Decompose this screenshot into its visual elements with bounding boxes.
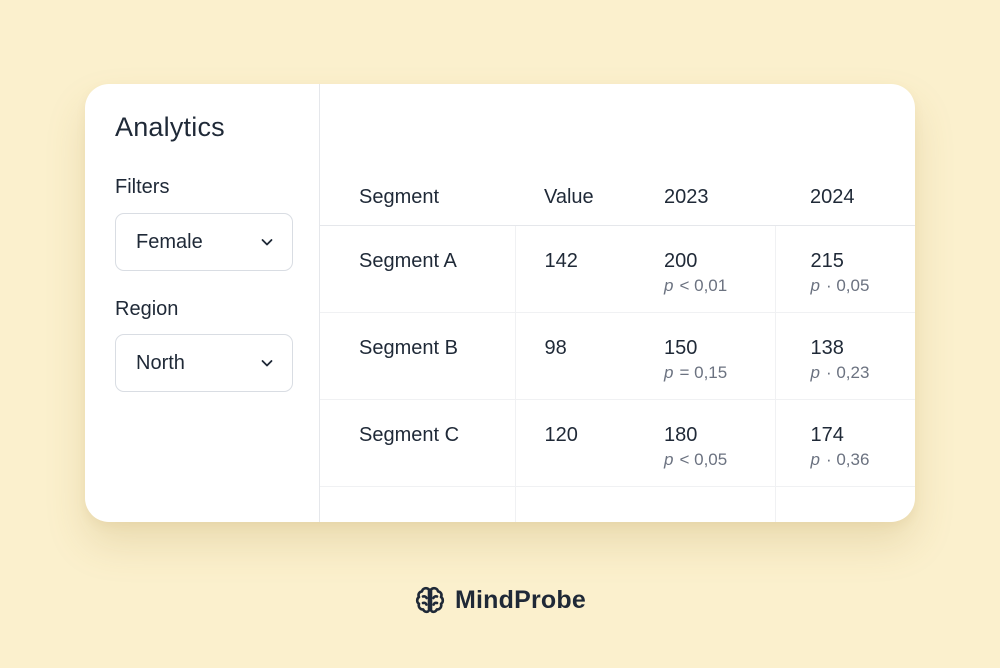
brain-icon — [415, 586, 445, 614]
cell-segment: Segment A — [320, 225, 515, 313]
column-header-value[interactable]: Value — [515, 170, 635, 226]
cell-segment: Segment C — [320, 399, 515, 487]
cell-2023: 180 p < 0,05 — [635, 399, 775, 487]
cell-2023-value: 200 — [664, 249, 698, 272]
table-row[interactable]: Segment B 98 150 p = 0,15 138 p · 0,23 — [320, 312, 916, 400]
p-value-text: < 0,01 — [679, 275, 728, 295]
analytics-card: Analytics Filters Female Region North Se… — [85, 84, 915, 522]
p-value: p < 0,01 — [664, 276, 775, 296]
brand-logo: MindProbe — [0, 584, 1000, 616]
p-value: p = 0,15 — [664, 363, 775, 383]
column-header-2023[interactable]: 2023 — [635, 170, 775, 226]
p-symbol: p — [664, 449, 674, 469]
p-value: p · 0,23 — [811, 363, 916, 383]
results-table-container: Segment Value 2023 2024 Segment A 142 20… — [320, 84, 915, 522]
table-header-row: Segment Value 2023 2024 — [320, 170, 915, 226]
empty-cell — [514, 486, 635, 522]
p-symbol: p — [664, 362, 674, 382]
cell-segment: Segment B — [320, 312, 515, 400]
cell-2024: 215 p · 0,05 — [774, 225, 916, 313]
cell-2024-value: 138 — [810, 336, 844, 359]
cell-value: 120 — [514, 399, 635, 487]
p-symbol: p — [810, 449, 820, 469]
cell-2024: 174 p · 0,36 — [774, 399, 916, 487]
cell-2023-value: 180 — [664, 423, 698, 446]
page-title: Analytics — [115, 112, 225, 142]
brand-name: MindProbe — [455, 585, 586, 614]
table-row[interactable]: Segment C 120 180 p < 0,05 174 p · 0,36 — [320, 399, 916, 487]
gender-filter-select[interactable]: Female — [115, 213, 293, 271]
chevron-down-icon — [261, 360, 273, 367]
p-value-text: = 0,15 — [679, 362, 728, 382]
p-value: p < 0,05 — [664, 450, 775, 470]
p-value-text: < 0,05 — [679, 449, 728, 469]
region-label: Region — [115, 298, 179, 320]
column-header-2024[interactable]: 2024 — [775, 170, 915, 226]
cell-2023-value: 150 — [664, 336, 698, 359]
region-value: North — [136, 351, 185, 374]
filters-label: Filters — [115, 176, 170, 198]
p-value-text: · 0,23 — [825, 362, 870, 382]
cell-2024-value: 174 — [810, 423, 844, 446]
chevron-down-icon — [261, 239, 273, 246]
gender-filter-value: Female — [136, 230, 203, 253]
p-symbol: p — [664, 275, 674, 295]
cell-2023: 150 p = 0,15 — [635, 312, 775, 400]
empty-cell — [635, 486, 775, 522]
cell-2023: 200 p < 0,01 — [635, 225, 775, 313]
region-select[interactable]: North — [115, 334, 293, 392]
p-symbol: p — [810, 275, 820, 295]
cell-value: 142 — [514, 225, 635, 313]
p-value-text: · 0,05 — [825, 275, 870, 295]
cell-2024: 138 p · 0,23 — [774, 312, 916, 400]
empty-cell — [320, 486, 515, 522]
p-value: p · 0,05 — [811, 276, 916, 296]
p-value: p · 0,36 — [811, 450, 916, 470]
table-row[interactable]: Segment A 142 200 p < 0,01 215 p · 0,05 — [320, 225, 916, 313]
cell-2024-value: 215 — [810, 249, 844, 272]
sidebar: Analytics Filters Female Region North — [85, 84, 320, 522]
p-value-text: · 0,36 — [825, 449, 870, 469]
p-symbol: p — [810, 362, 820, 382]
empty-cell — [774, 486, 915, 522]
column-header-segment[interactable]: Segment — [320, 170, 515, 226]
empty-row — [320, 486, 915, 522]
cell-value: 98 — [514, 312, 635, 400]
results-table: Segment Value 2023 2024 Segment A 142 20… — [320, 170, 915, 522]
